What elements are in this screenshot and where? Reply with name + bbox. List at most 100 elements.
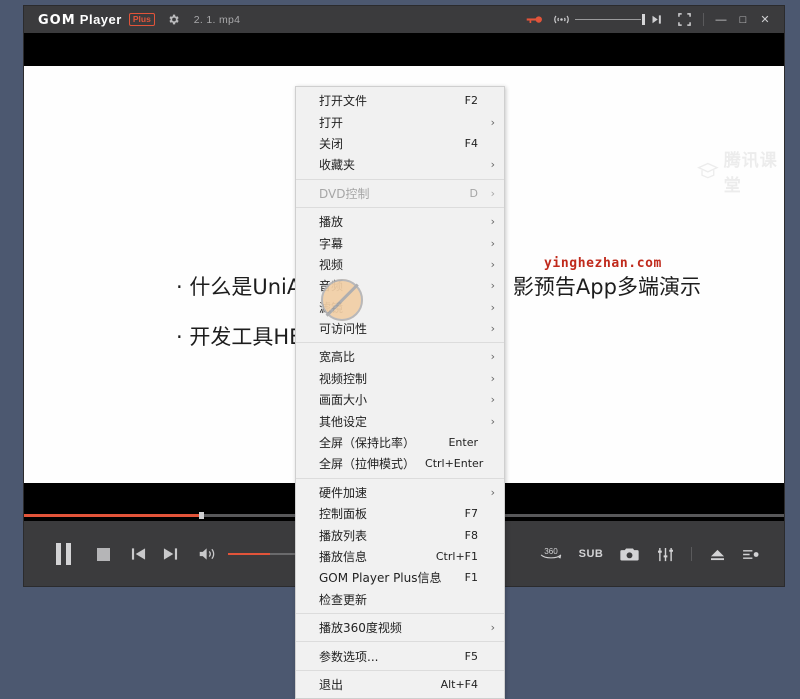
chevron-right-icon: ›	[486, 393, 495, 406]
menu-item-shortcut: F1	[465, 571, 478, 584]
play-badge-icon	[697, 160, 719, 182]
menu-item-label: 退出	[319, 676, 431, 693]
menu-item[interactable]: 宽高比›	[296, 346, 504, 367]
volume-icon[interactable]	[186, 539, 228, 569]
app-title-gom: GOM	[38, 13, 76, 28]
360-video-button[interactable]: 360	[531, 539, 571, 569]
menu-item[interactable]: 播放信息 Ctrl+F1	[296, 546, 504, 567]
key-icon[interactable]	[521, 6, 547, 33]
expand-icon[interactable]	[671, 6, 697, 33]
menu-item[interactable]: 全屏（保持比率）Enter	[296, 432, 504, 453]
menu-item[interactable]: 退出 Alt+F4	[296, 674, 504, 695]
title-bar-controls: — □ ✕	[521, 6, 784, 33]
extra-controls: 360 SUB	[531, 539, 768, 569]
menu-item-label: GOM Player Plus信息	[319, 569, 455, 586]
menu-item[interactable]: 播放 ›	[296, 211, 504, 232]
menu-item[interactable]: 关闭 F4	[296, 133, 504, 154]
close-button[interactable]: ✕	[754, 6, 776, 33]
pause-button[interactable]	[42, 539, 84, 569]
subtitle-button[interactable]: SUB	[571, 539, 611, 569]
menu-item[interactable]: 视频控制 ›	[296, 368, 504, 389]
menu-item-shortcut: F4	[465, 137, 478, 150]
next-button[interactable]	[154, 539, 186, 569]
menu-item[interactable]: 全屏（拉伸模式）Ctrl+Enter	[296, 453, 504, 474]
menu-item[interactable]: 收藏夹›	[296, 154, 504, 175]
menu-separator	[296, 641, 504, 642]
eject-icon[interactable]	[700, 539, 734, 569]
menu-item-shortcut: Ctrl+F1	[436, 550, 478, 563]
menu-separator	[296, 478, 504, 479]
file-name-label: 2. 1. mp4	[194, 14, 240, 26]
menu-item[interactable]: 可访问性›	[296, 318, 504, 339]
menu-item[interactable]: 滤镜›	[296, 297, 504, 318]
menu-item-shortcut: Alt+F4	[441, 678, 478, 691]
pin-icon[interactable]	[645, 6, 671, 33]
menu-item-label: 打开文件	[319, 92, 455, 109]
menu-item-shortcut: F8	[465, 529, 478, 542]
titlebar-volume-slider[interactable]	[575, 6, 645, 33]
chevron-right-icon: ›	[486, 187, 495, 200]
watermark-faint-logo: 腾讯课堂	[697, 146, 784, 196]
previous-button[interactable]	[122, 539, 154, 569]
stop-square-icon	[97, 548, 110, 561]
watermark-url: yinghezhan.com	[544, 256, 662, 271]
menu-item-label: 控制面板	[319, 505, 455, 522]
slide-line-1-right: 影预告App多端演示	[513, 275, 701, 299]
menu-item-label: DVD控制	[319, 185, 460, 202]
menu-item-shortcut: F2	[465, 94, 478, 107]
menu-separator	[296, 179, 504, 180]
menu-item[interactable]: 控制面板 F7	[296, 503, 504, 524]
playlist-icon[interactable]	[734, 539, 768, 569]
volume-track	[575, 19, 641, 20]
gear-icon[interactable]	[167, 13, 180, 26]
menu-item[interactable]: 视频›	[296, 254, 504, 275]
maximize-button[interactable]: □	[732, 6, 754, 33]
menu-item-label: 字幕	[319, 235, 478, 252]
menu-item-label: 滤镜	[319, 299, 478, 316]
chevron-right-icon: ›	[486, 215, 495, 228]
menu-item[interactable]: 播放列表 F8	[296, 524, 504, 545]
equalizer-icon[interactable]	[647, 539, 683, 569]
menu-item[interactable]: 其他设定›	[296, 410, 504, 431]
chevron-right-icon: ›	[486, 116, 495, 129]
context-menu[interactable]: 打开文件F2打开›关闭F4收藏夹›DVD控制D›播放›字幕›视频›音频›滤镜›可…	[295, 86, 505, 699]
menu-item[interactable]: GOM Player Plus信息 F1	[296, 567, 504, 588]
menu-item[interactable]: 字幕 ›	[296, 232, 504, 253]
seek-handle[interactable]	[199, 512, 204, 519]
menu-item[interactable]: 打开文件 F2	[296, 90, 504, 111]
cast-icon[interactable]	[547, 6, 575, 33]
menu-separator	[296, 613, 504, 614]
menu-item-label: 播放	[319, 213, 478, 230]
plus-badge: Plus	[129, 13, 155, 26]
menu-separator	[296, 207, 504, 208]
menu-item-label: 视频控制	[319, 370, 478, 387]
menu-item-label: 播放列表	[319, 527, 455, 544]
svg-text:360: 360	[544, 547, 558, 556]
menu-item-label: 收藏夹	[319, 156, 478, 173]
chevron-right-icon: ›	[486, 237, 495, 250]
menu-item-label: 关闭	[319, 135, 455, 152]
menu-item[interactable]: 音频›	[296, 275, 504, 296]
minimize-button[interactable]: —	[710, 6, 732, 33]
menu-item[interactable]: 打开 ›	[296, 111, 504, 132]
watermark-faint-text: 腾讯课堂	[724, 146, 784, 196]
menu-item-label: 播放信息	[319, 548, 426, 565]
menu-item[interactable]: 参数选项... F5	[296, 645, 504, 666]
menu-item-label: 全屏（保持比率）	[319, 434, 438, 451]
chevron-right-icon: ›	[486, 372, 495, 385]
menu-item-label: 播放360度视频	[319, 619, 478, 636]
menu-item[interactable]: 播放360度视频›	[296, 617, 504, 638]
stop-button[interactable]	[84, 539, 122, 569]
menu-item[interactable]: 硬件加速›	[296, 482, 504, 503]
menu-item-label: 打开	[319, 114, 478, 131]
letterbox-top	[24, 33, 784, 66]
menu-item-label: 参数选项...	[319, 648, 455, 665]
chevron-right-icon: ›	[486, 415, 495, 428]
menu-item-shortcut: F7	[465, 507, 478, 520]
menu-separator	[296, 670, 504, 671]
menu-item[interactable]: 画面大小›	[296, 389, 504, 410]
capture-icon[interactable]	[611, 539, 647, 569]
menu-item-label: 音频	[319, 277, 478, 294]
menu-item-shortcut: F5	[465, 650, 478, 663]
menu-separator	[296, 342, 504, 343]
